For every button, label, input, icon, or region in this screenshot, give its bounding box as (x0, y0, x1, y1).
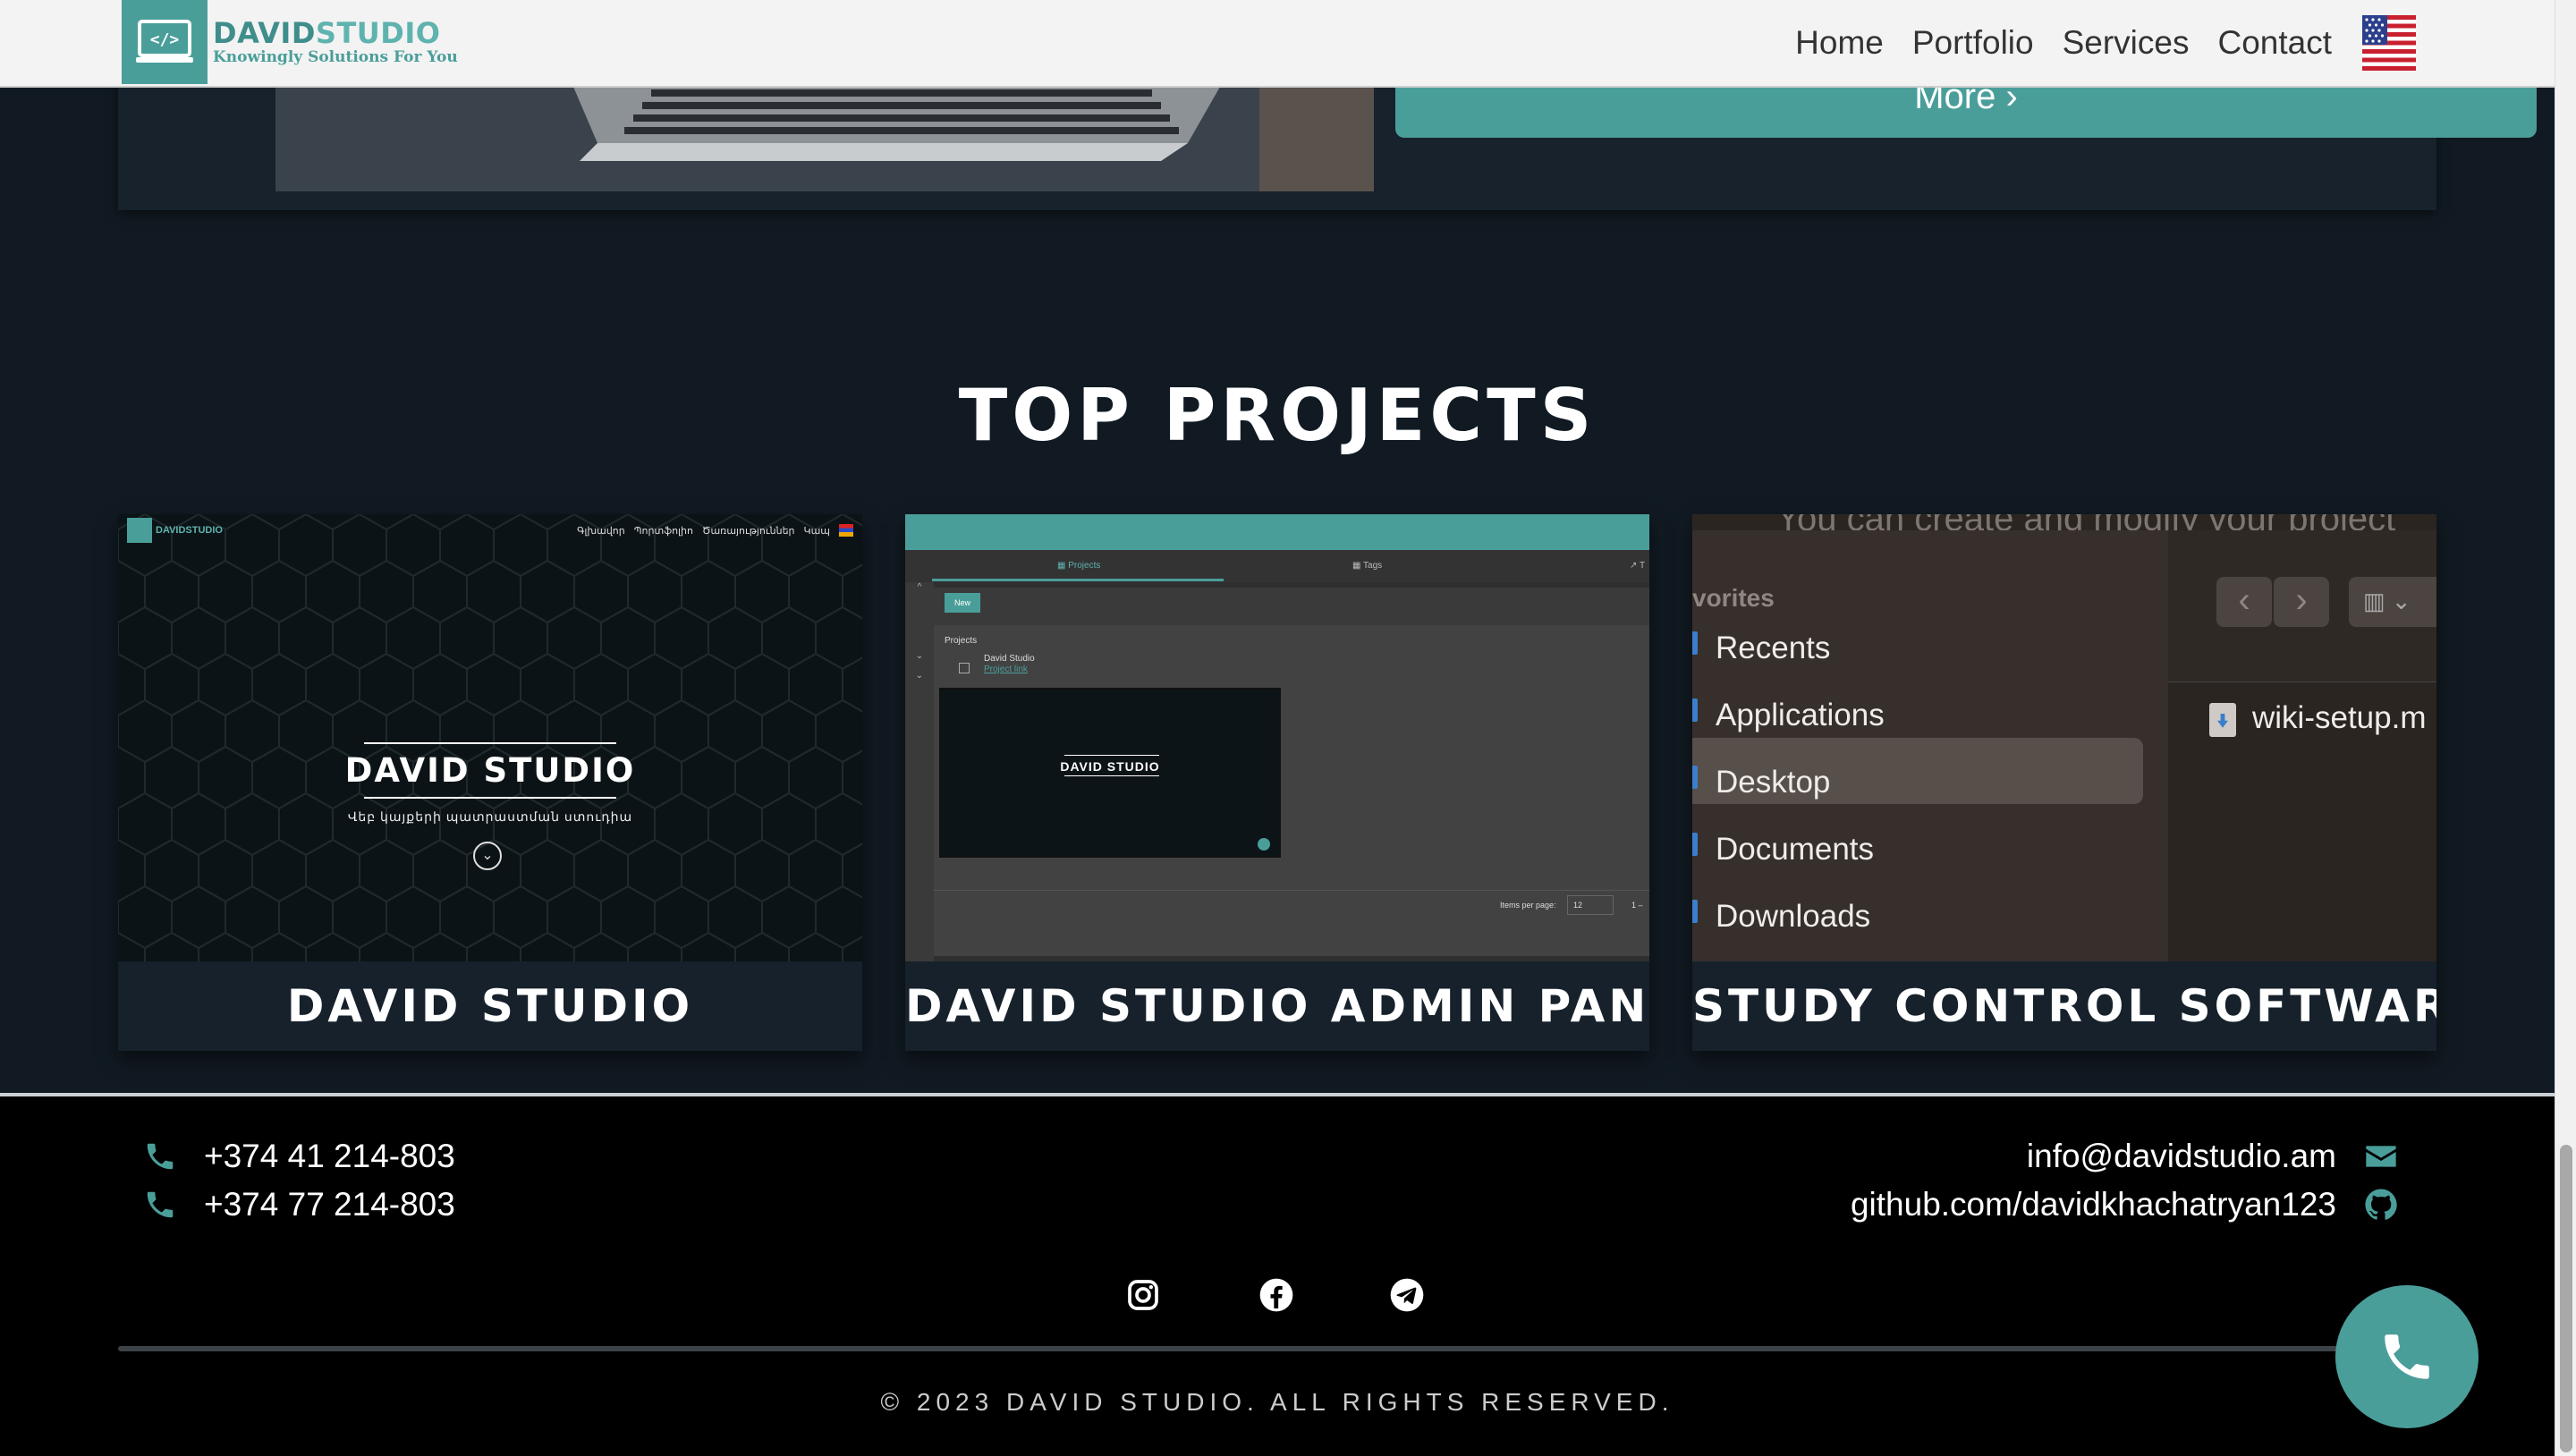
nav-contact[interactable]: Contact (2217, 24, 2332, 62)
scroll-down-icon: ⌄ (473, 842, 502, 870)
email-link[interactable]: info@davidstudio.am (2027, 1138, 2399, 1175)
phone-link-2[interactable]: +374 77 214-803 (143, 1186, 455, 1223)
call-button[interactable] (2335, 1285, 2479, 1428)
project-title: DAVID STUDIO ADMIN PANEL (905, 961, 1649, 1051)
code-laptop-icon: </> (122, 0, 208, 84)
project-thumbnail: DAVIDSTUDIO Գլխավոր Պորտֆոլիո Ծառայությո… (118, 514, 862, 961)
page-scrollbar[interactable] (2555, 0, 2576, 1456)
thumb-headline: DAVID STUDIO (344, 751, 636, 790)
nav-services[interactable]: Services (2063, 24, 2190, 62)
logo-tagline: Knowingly Solutions For You (213, 48, 458, 66)
section-title: TOP PROJECTS (958, 374, 1597, 457)
github-icon (2365, 1189, 2397, 1220)
nav-home[interactable]: Home (1795, 24, 1884, 62)
laptop-image (275, 80, 1374, 191)
logo-title: DAVIDSTUDIO (213, 16, 441, 50)
copyright-text: © 2023 DAVID STUDIO. ALL RIGHTS RESERVED… (880, 1388, 1674, 1416)
instagram-icon[interactable] (1125, 1277, 1161, 1313)
project-card-study-control[interactable]: You can create and modify your project v… (1692, 514, 2436, 1051)
project-card-david-studio[interactable]: DAVIDSTUDIO Գլխավոր Պորտֆոլիո Ծառայությո… (118, 514, 862, 1051)
project-thumbnail: ▦ Projects ▦ Tags ↗ T ^ ⌄ ⌄ New Projects D… (905, 514, 1649, 961)
forward-icon: › (2274, 577, 2329, 627)
footer-divider (118, 1346, 2436, 1351)
phone-icon (2385, 1334, 2429, 1379)
telegram-icon[interactable] (1389, 1277, 1425, 1313)
project-title: DAVID STUDIO (118, 961, 862, 1051)
us-flag-icon[interactable] (2362, 15, 2416, 71)
column-view-icon: ▥ ⌄ (2349, 577, 2436, 627)
thumb-logo: DAVIDSTUDIO (127, 518, 223, 543)
envelope-icon (2366, 1146, 2396, 1167)
site-logo[interactable]: </> DAVIDSTUDIO Knowingly Solutions For … (122, 0, 458, 84)
thumb-nav: Գլխավոր Պորտֆոլիո Ծառայություններ Կապ (577, 524, 853, 537)
github-link[interactable]: github.com/davidkhachatryan123 (1851, 1186, 2399, 1223)
back-icon: ‹ (2216, 577, 2272, 627)
more-button[interactable]: More › (1395, 79, 2537, 138)
svg-text:</>: </> (150, 30, 180, 49)
nav-portfolio[interactable]: Portfolio (1912, 24, 2034, 62)
phone-icon (147, 1191, 174, 1218)
phone-icon (147, 1143, 174, 1170)
thumb-subline: Վեբ կայքերի պատրաստման ստուդիա (347, 809, 633, 824)
top-navbar: </> DAVIDSTUDIO Knowingly Solutions For … (0, 0, 2555, 88)
facebook-icon[interactable] (1258, 1277, 1294, 1313)
main-nav: Home Portfolio Services Contact (1767, 0, 2416, 86)
scrollbar-thumb[interactable] (2560, 1145, 2572, 1452)
project-title: STUDY CONTROL SOFTWARE (1692, 961, 2436, 1051)
project-card-admin-panel[interactable]: ▦ Projects ▦ Tags ↗ T ^ ⌄ ⌄ New Projects D… (905, 514, 1649, 1051)
phone-link-1[interactable]: +374 41 214-803 (143, 1138, 455, 1175)
project-thumbnail: You can create and modify your project v… (1692, 514, 2436, 961)
armenia-flag-icon (839, 524, 853, 537)
